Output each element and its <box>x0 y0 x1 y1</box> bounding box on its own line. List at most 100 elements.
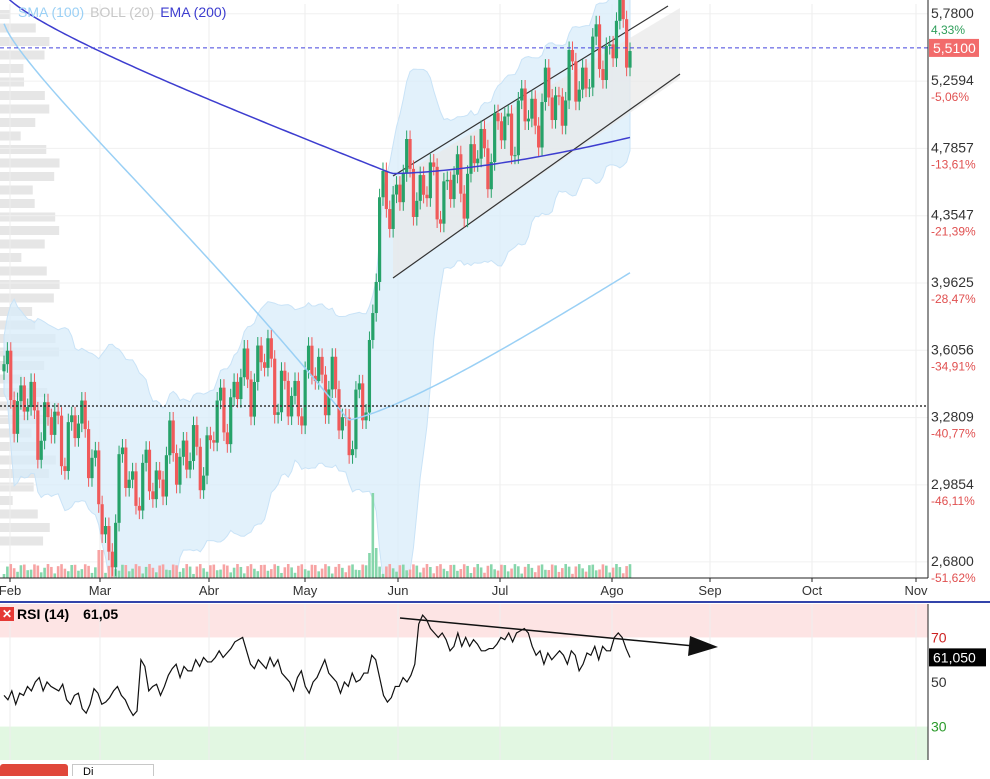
volume-bar <box>527 564 530 578</box>
candle-body <box>124 447 128 488</box>
volume-bar <box>124 565 128 578</box>
candle-body <box>357 383 361 390</box>
candle-body <box>232 381 236 398</box>
candle-body <box>222 387 226 433</box>
volume-bar <box>459 569 463 578</box>
sma-legend-label[interactable]: SMA (100) <box>18 4 84 20</box>
price-tick-percent: -51,62% <box>931 571 976 585</box>
volume-bar <box>9 564 13 578</box>
candle-body <box>408 138 412 169</box>
volume-bar <box>33 564 36 578</box>
candle-body <box>83 400 87 430</box>
candle-body <box>432 162 436 167</box>
candle-body <box>59 415 64 467</box>
rsi-oversold-zone <box>0 726 928 760</box>
stock-chart: 5,7800 4,33% 5,2594 -5,06% 4,7857 -13,61% 4,35… <box>0 0 990 760</box>
candle-body <box>455 154 460 175</box>
candle-body <box>428 162 432 199</box>
volume-bar <box>283 567 287 578</box>
volume-bar <box>131 568 134 578</box>
candle-body <box>601 69 605 81</box>
candle-body <box>621 0 625 20</box>
candle-body <box>581 67 585 90</box>
volume-bar <box>584 571 588 578</box>
volume-bar <box>405 570 408 578</box>
volume-bar <box>601 564 605 578</box>
time-tick-label: Feb <box>0 583 21 598</box>
volume-bar <box>165 569 168 578</box>
candle-body <box>161 479 165 497</box>
volume-bar <box>581 568 584 578</box>
candle-body <box>256 345 260 382</box>
volume-bar <box>107 565 111 578</box>
candle-body <box>418 175 422 201</box>
action-button[interactable] <box>0 764 68 776</box>
volume-bar <box>374 548 378 578</box>
candle-body <box>591 36 595 88</box>
boll-legend-label[interactable]: BOLL (20) <box>90 4 154 20</box>
time-tick-label: May <box>293 583 318 598</box>
candle-body <box>120 447 125 455</box>
volume-profile-bar <box>0 199 35 208</box>
candle-body <box>398 184 402 203</box>
volume-bar <box>513 564 517 578</box>
candle-body <box>276 412 280 415</box>
candle-body <box>442 181 446 224</box>
price-tick-percent: -46,11% <box>931 494 975 508</box>
volume-bar <box>236 564 239 578</box>
rsi-axis: 70 50 30 61,050 <box>929 629 986 735</box>
candle-body <box>249 379 253 417</box>
candle-body <box>235 381 240 400</box>
ema-legend-label[interactable]: EMA (200) <box>160 4 226 20</box>
volume-bar <box>439 564 442 578</box>
candle-body <box>80 400 84 424</box>
candle-body <box>93 450 97 458</box>
volume-bar <box>615 564 618 578</box>
volume-bar <box>489 564 493 578</box>
candle-body <box>493 113 497 163</box>
candle-body <box>130 471 135 480</box>
candle-body <box>229 397 233 445</box>
time-tick-label: Nov <box>904 583 928 598</box>
volume-bar <box>56 566 60 578</box>
candle-body <box>46 402 50 418</box>
volume-bar <box>544 569 547 578</box>
candle-body <box>178 456 182 485</box>
volume-profile-bar <box>0 253 22 262</box>
candle-body <box>625 19 629 68</box>
volume-bar <box>364 565 368 578</box>
candle-body <box>614 20 619 59</box>
candle-body <box>479 128 483 159</box>
volume-bar <box>253 568 256 578</box>
volume-profile-bar <box>0 509 38 519</box>
volume-bar <box>479 567 483 578</box>
volume-bar <box>486 565 490 578</box>
volume-bar <box>435 566 439 578</box>
candle-body <box>242 348 246 378</box>
volume-bar <box>598 569 601 578</box>
candle-body <box>489 162 493 190</box>
volume-bar <box>473 567 476 578</box>
price-tick-label: 4,7857 <box>931 139 974 155</box>
volume-bar <box>391 568 395 578</box>
volume-bar <box>611 567 615 578</box>
volume-profile-bar <box>0 104 50 114</box>
volume-bar <box>523 566 527 578</box>
candle-body <box>604 45 608 81</box>
price-tick-label: 4,3547 <box>931 207 974 223</box>
volume-bar <box>398 565 402 578</box>
price-tick-percent: -28,47% <box>931 292 976 306</box>
candle-body <box>584 67 588 89</box>
candle-body <box>86 429 91 479</box>
volume-bar <box>19 565 23 578</box>
volume-bar <box>388 564 392 578</box>
candle-body <box>154 470 158 500</box>
candle-body <box>12 400 16 434</box>
candle-body <box>269 338 273 359</box>
volume-profile-bar <box>0 185 33 195</box>
candle-body <box>323 374 328 416</box>
candle-body <box>26 407 30 412</box>
close-icon[interactable]: ✕ <box>0 607 14 621</box>
volume-bar <box>330 573 334 578</box>
bottom-tab[interactable]: Di <box>72 764 154 778</box>
